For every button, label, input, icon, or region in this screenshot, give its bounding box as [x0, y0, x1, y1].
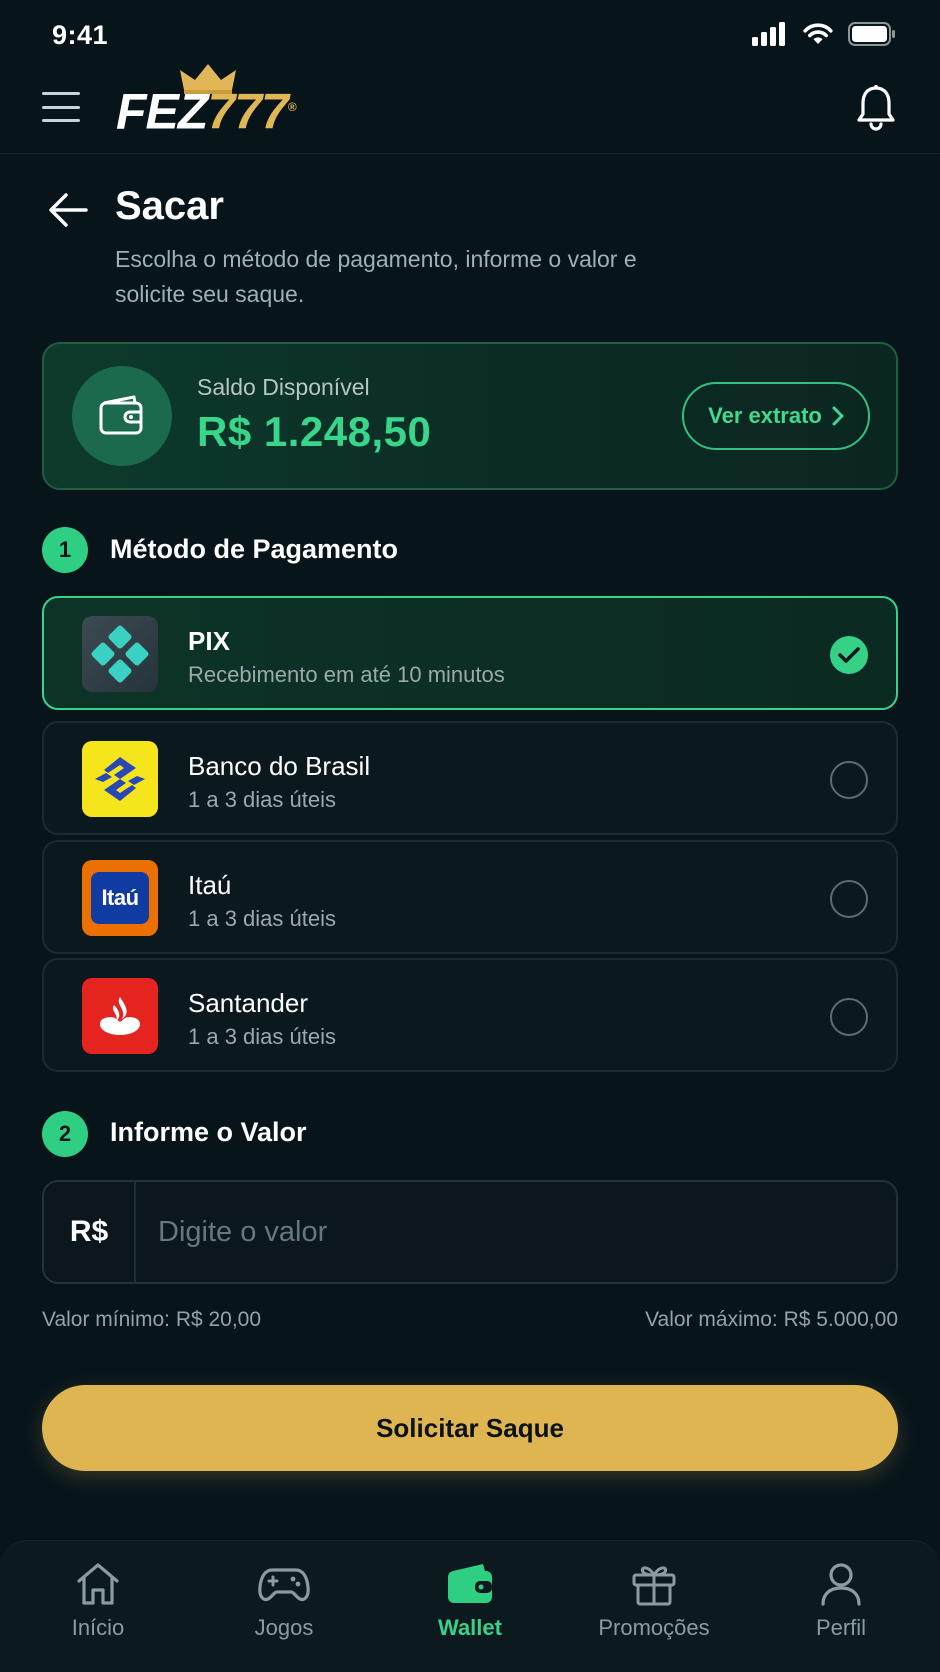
- radio-button[interactable]: [830, 998, 868, 1036]
- page-title: Sacar: [115, 184, 224, 228]
- gift-icon: [632, 1566, 676, 1606]
- home-icon: [77, 1563, 119, 1605]
- step-1-badge: 1: [42, 527, 88, 573]
- currency-prefix: R$: [44, 1182, 136, 1282]
- itau-logo: Itaú: [82, 860, 158, 936]
- itau-logo-text: Itaú: [91, 872, 149, 924]
- menu-icon-bar: [42, 92, 80, 95]
- radio-button[interactable]: [830, 880, 868, 918]
- radio-button[interactable]: [830, 761, 868, 799]
- method-description: 1 a 3 dias úteis: [188, 1024, 336, 1049]
- amount-section-title: Informe o Valor: [110, 1117, 307, 1147]
- payment-option-banco-do-brasil[interactable]: Banco do Brasil 1 a 3 dias úteis: [42, 721, 898, 835]
- bottom-navigation: Início Jogos Wallet Promoções Perfil: [0, 1540, 940, 1672]
- logo-registered-mark: ®: [287, 100, 297, 114]
- wallet-icon: [448, 1564, 492, 1603]
- back-arrow-icon[interactable]: [46, 190, 90, 230]
- method-name: PIX: [188, 626, 230, 656]
- nav-label: Início: [71, 1615, 125, 1640]
- request-withdrawal-button[interactable]: Solicitar Saque: [42, 1385, 898, 1471]
- cellular-signal-icon: [752, 22, 785, 46]
- banco-do-brasil-logo: [82, 741, 158, 817]
- nav-item-inicio[interactable]: Início: [13, 1561, 183, 1651]
- view-statement-label: Ver extrato: [708, 403, 822, 428]
- balance-value: R$ 1.248,50: [197, 408, 432, 455]
- user-icon: [821, 1563, 861, 1606]
- step-2-badge: 2: [42, 1111, 88, 1157]
- menu-button[interactable]: [42, 92, 80, 122]
- brand-logo[interactable]: FEZ777®: [116, 64, 297, 142]
- nav-label: Promoções: [598, 1615, 710, 1640]
- payment-option-santander[interactable]: Santander 1 a 3 dias úteis: [42, 958, 898, 1072]
- pix-icon: [82, 616, 158, 692]
- method-name: Itaú: [188, 870, 232, 900]
- method-name: Santander: [188, 988, 308, 1018]
- view-statement-button[interactable]: Ver extrato: [682, 382, 870, 450]
- santander-logo: [82, 978, 158, 1054]
- crown-icon: [180, 64, 236, 94]
- wallet-icon: [99, 395, 143, 435]
- balance-label: Saldo Disponível: [197, 374, 370, 400]
- wifi-icon: [803, 23, 833, 44]
- method-name: Banco do Brasil: [188, 751, 371, 781]
- battery-icon: [848, 22, 895, 46]
- nav-item-jogos[interactable]: Jogos: [199, 1561, 369, 1651]
- payment-option-pix[interactable]: PIX Recebimento em até 10 minutos: [42, 596, 898, 710]
- payment-option-itau[interactable]: Itaú Itaú 1 a 3 dias úteis: [42, 840, 898, 954]
- menu-icon-bar: [42, 105, 80, 109]
- method-description: 1 a 3 dias úteis: [188, 787, 336, 812]
- app-header: FEZ777®: [0, 62, 940, 154]
- amount-field[interactable]: R$: [42, 1180, 898, 1284]
- gamepad-icon: [258, 1568, 310, 1602]
- nav-item-promocoes[interactable]: Promoções: [569, 1561, 739, 1651]
- page-subtitle: Escolha o método de pagamento, informe o…: [115, 246, 637, 307]
- nav-item-wallet[interactable]: Wallet: [385, 1561, 555, 1651]
- status-time: 9:41: [52, 20, 109, 50]
- max-amount-label: Valor máximo: R$ 5.000,00: [645, 1308, 898, 1331]
- chevron-right-icon: [832, 406, 844, 426]
- selected-check-icon[interactable]: [830, 636, 868, 674]
- balance-card: Saldo Disponível R$ 1.248,50 Ver extrato: [42, 342, 898, 490]
- notification-bell-icon[interactable]: [854, 84, 898, 132]
- nav-item-perfil[interactable]: Perfil: [756, 1561, 926, 1651]
- payment-method-title: Método de Pagamento: [110, 534, 399, 564]
- menu-icon-bar: [42, 119, 80, 122]
- method-description: Recebimento em até 10 minutos: [188, 662, 505, 687]
- nav-label: Wallet: [438, 1615, 502, 1640]
- amount-input[interactable]: [158, 1200, 858, 1264]
- method-description: 1 a 3 dias úteis: [188, 906, 336, 931]
- status-icons: [752, 22, 896, 46]
- nav-label: Jogos: [254, 1615, 314, 1640]
- wallet-badge: [72, 366, 172, 466]
- min-amount-label: Valor mínimo: R$ 20,00: [42, 1308, 262, 1331]
- nav-label: Perfil: [815, 1615, 867, 1640]
